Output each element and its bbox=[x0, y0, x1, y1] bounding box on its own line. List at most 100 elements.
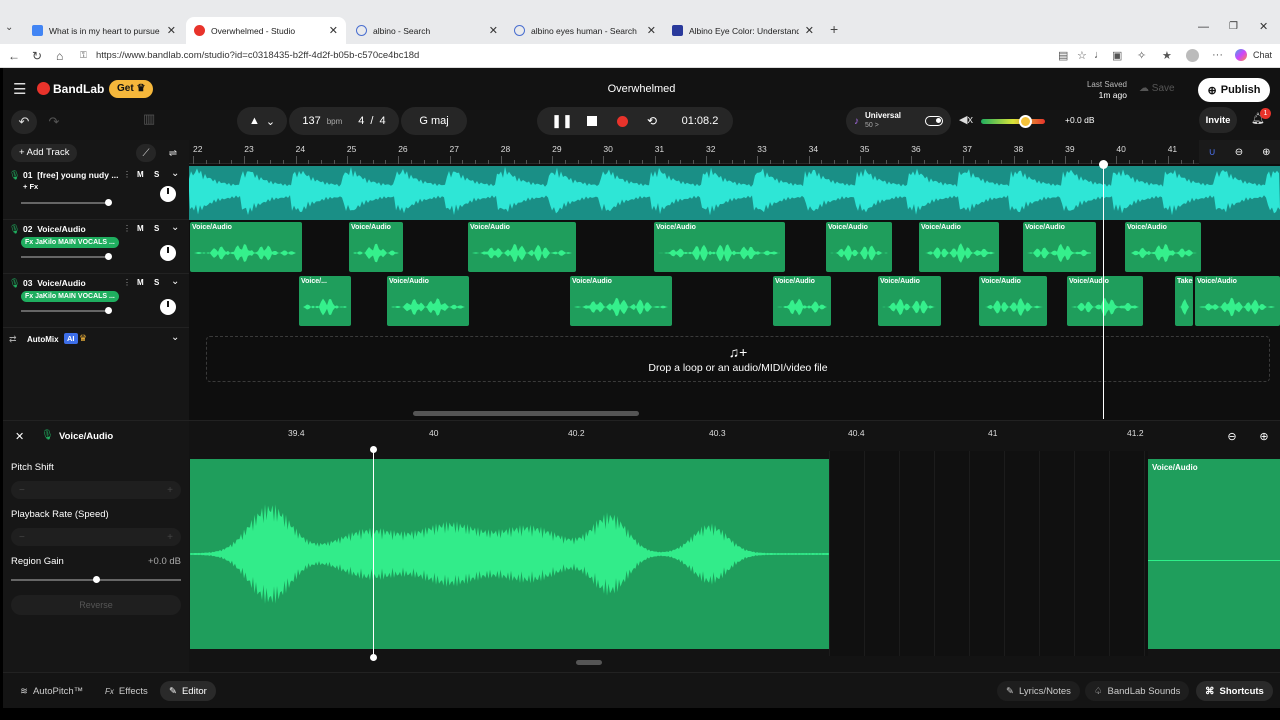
tempo-signature-control[interactable]: 137 bpm 4 / 4 bbox=[289, 107, 399, 135]
zoom-in-icon[interactable]: ⊕ bbox=[1262, 147, 1270, 158]
copilot-icon[interactable] bbox=[1235, 49, 1247, 61]
window-close-icon[interactable]: ✕ bbox=[1259, 20, 1268, 33]
metronome-button[interactable]: ▲ ⌄ bbox=[237, 107, 287, 135]
lane-01[interactable] bbox=[189, 166, 1280, 220]
audio-region[interactable]: Voice/Audio bbox=[570, 276, 672, 326]
lyrics-notes-button[interactable]: ✎ Lyrics/Notes bbox=[997, 681, 1080, 701]
audio-region[interactable]: Voice/... bbox=[299, 276, 351, 326]
audio-region[interactable]: Voice/Audio bbox=[1195, 276, 1280, 326]
editor-playhead-handle-bottom[interactable] bbox=[370, 654, 377, 661]
favorites-bar-icon[interactable]: ★ bbox=[1162, 49, 1172, 62]
audio-region[interactable]: Voice/Audio bbox=[468, 222, 576, 272]
track-settings-icon[interactable]: ⇌ bbox=[163, 144, 183, 162]
chevron-down-icon[interactable]: ⌄ bbox=[171, 276, 179, 287]
site-info-icon[interactable]: ⚿ bbox=[80, 50, 87, 61]
reverse-button[interactable]: Reverse bbox=[11, 595, 181, 615]
horizontal-scrollbar[interactable] bbox=[413, 411, 639, 416]
browser-tab-docs[interactable]: What is in my heart to pursue - Go ✕ bbox=[24, 17, 184, 44]
pause-icon[interactable]: ❚❚ bbox=[547, 113, 577, 129]
instrument-selector[interactable]: ♪ Universal 50 > bbox=[846, 107, 951, 135]
playback-rate-stepper[interactable]: − + bbox=[11, 528, 181, 546]
track-title[interactable]: 01 [free] young nudy ... bbox=[23, 170, 118, 180]
shortcuts-button[interactable]: ⌘ Shortcuts bbox=[1196, 681, 1273, 701]
track-menu-icon[interactable]: ⋮ bbox=[123, 224, 131, 233]
audio-region[interactable]: Voice/Audio bbox=[654, 222, 785, 272]
master-volume-knob[interactable] bbox=[1019, 115, 1032, 128]
tab-list-chevron-icon[interactable]: ⌄ bbox=[5, 22, 13, 33]
close-tab-icon[interactable]: ✕ bbox=[805, 24, 814, 37]
minus-icon[interactable]: − bbox=[19, 532, 25, 543]
track-row-02[interactable]: 🎙︎ 02 Voice/Audio ⋮ M S ⌄ Fx JaKilo MAIN… bbox=[3, 220, 189, 274]
mic-icon[interactable]: ♩ bbox=[1094, 49, 1105, 61]
audio-region[interactable]: Voice/Audio bbox=[1067, 276, 1143, 326]
close-tab-icon[interactable]: ✕ bbox=[489, 24, 498, 37]
mute-button[interactable]: M bbox=[137, 278, 144, 287]
extensions-icon[interactable]: ✧ bbox=[1137, 49, 1146, 62]
plus-icon[interactable]: + bbox=[167, 485, 173, 496]
chat-label[interactable]: Chat bbox=[1253, 50, 1272, 60]
solo-button[interactable]: S bbox=[154, 170, 159, 179]
pitch-shift-stepper[interactable]: − + bbox=[11, 481, 181, 499]
magnet-icon[interactable]: ∪ bbox=[1208, 147, 1215, 158]
undo-icon[interactable]: ↶ bbox=[11, 110, 37, 134]
track-menu-icon[interactable]: ⋮ bbox=[123, 170, 131, 179]
track-row-01[interactable]: 🎙︎ 01 [free] young nudy ... ⋮ M S ⌄ + Fx bbox=[3, 166, 189, 220]
chevron-down-icon[interactable]: ⌄ bbox=[171, 222, 179, 233]
audio-region[interactable]: Voice/Audio bbox=[1125, 222, 1201, 272]
loop-icon[interactable]: ⟲ bbox=[637, 114, 667, 128]
audio-region[interactable]: Voice/Audio bbox=[349, 222, 403, 272]
audio-region[interactable]: Voice/Audio bbox=[826, 222, 892, 272]
bandlab-sounds-button[interactable]: ♤ BandLab Sounds bbox=[1085, 681, 1190, 701]
mute-button[interactable]: M bbox=[137, 170, 144, 179]
key-button[interactable]: G maj bbox=[401, 107, 467, 135]
editor-playhead[interactable] bbox=[373, 449, 374, 657]
record-icon[interactable] bbox=[607, 115, 637, 127]
browser-tab-albino-search[interactable]: albino - Search ✕ bbox=[348, 17, 506, 44]
autopitch-button[interactable]: ≋ AutoPitch™ bbox=[11, 681, 92, 701]
timeline-ruler[interactable]: 22 23 24 25 26 27 28 29 30 31 32 33 34 35 36 37 38 39 40 41 bbox=[189, 140, 1280, 164]
track-volume-slider[interactable] bbox=[21, 307, 112, 314]
track-row-03[interactable]: 🎙︎ 03 Voice/Audio ⋮ M S ⌄ Fx JaKilo MAIN… bbox=[3, 274, 189, 328]
track-volume-slider[interactable] bbox=[21, 253, 112, 260]
pan-knob[interactable] bbox=[160, 245, 176, 261]
new-tab-icon[interactable]: + bbox=[830, 21, 838, 37]
wand-icon[interactable]: ⟋ bbox=[136, 144, 156, 162]
speaker-mute-icon[interactable]: ◀x bbox=[959, 113, 973, 126]
zoom-out-icon[interactable]: ⊖ bbox=[1227, 430, 1236, 443]
zoom-out-icon[interactable]: ⊖ bbox=[1235, 147, 1243, 158]
region-gain-knob[interactable] bbox=[93, 576, 100, 583]
browser-tab-albino-eyes-search[interactable]: albino eyes human - Search ✕ bbox=[506, 17, 664, 44]
browser-tab-studio[interactable]: Overwhelmed - Studio ✕ bbox=[186, 17, 346, 44]
home-icon[interactable]: ⌂ bbox=[56, 49, 63, 63]
close-editor-icon[interactable]: ✕ bbox=[15, 430, 24, 443]
close-tab-icon[interactable]: ✕ bbox=[167, 24, 176, 37]
effects-button[interactable]: Fx Effects bbox=[96, 681, 157, 701]
solo-button[interactable]: S bbox=[154, 224, 159, 233]
keyboard-icon[interactable]: ▥ bbox=[143, 111, 155, 127]
pan-knob[interactable] bbox=[160, 299, 176, 315]
playhead[interactable] bbox=[1103, 164, 1104, 419]
beat-waveform[interactable] bbox=[189, 166, 1280, 216]
time-sig-den[interactable]: 4 bbox=[379, 115, 385, 127]
back-icon[interactable]: ← bbox=[8, 49, 20, 63]
audio-region[interactable]: Voice/Audio bbox=[919, 222, 999, 272]
editor-button[interactable]: ✎ Editor bbox=[160, 681, 216, 701]
editor-scrollbar[interactable] bbox=[576, 660, 602, 665]
redo-icon[interactable]: ↷ bbox=[41, 110, 67, 134]
browser-tab-albino-eye-color[interactable]: Albino Eye Color: Understanding H ✕ bbox=[664, 17, 822, 44]
track-title[interactable]: 02 Voice/Audio bbox=[23, 224, 86, 234]
plus-icon[interactable]: + bbox=[167, 532, 173, 543]
url-field[interactable]: https://www.bandlab.com/studio?id=c03184… bbox=[92, 47, 1052, 65]
audio-region[interactable]: Voice/Audio bbox=[878, 276, 941, 326]
editor-region[interactable] bbox=[190, 459, 829, 649]
reload-icon[interactable]: ↻ bbox=[32, 49, 42, 63]
mute-button[interactable]: M bbox=[137, 224, 144, 233]
reader-icon[interactable]: ▤ bbox=[1058, 49, 1068, 62]
profile-avatar[interactable] bbox=[1186, 49, 1199, 62]
editor-region-next[interactable]: Voice/Audio bbox=[1148, 459, 1280, 649]
track-title[interactable]: 03 Voice/Audio bbox=[23, 278, 86, 288]
track-volume-knob[interactable] bbox=[105, 307, 112, 314]
playhead-handle[interactable] bbox=[1099, 160, 1108, 169]
publish-button[interactable]: ⊕ Publish bbox=[1198, 78, 1270, 102]
invite-button[interactable]: Invite bbox=[1199, 107, 1237, 133]
